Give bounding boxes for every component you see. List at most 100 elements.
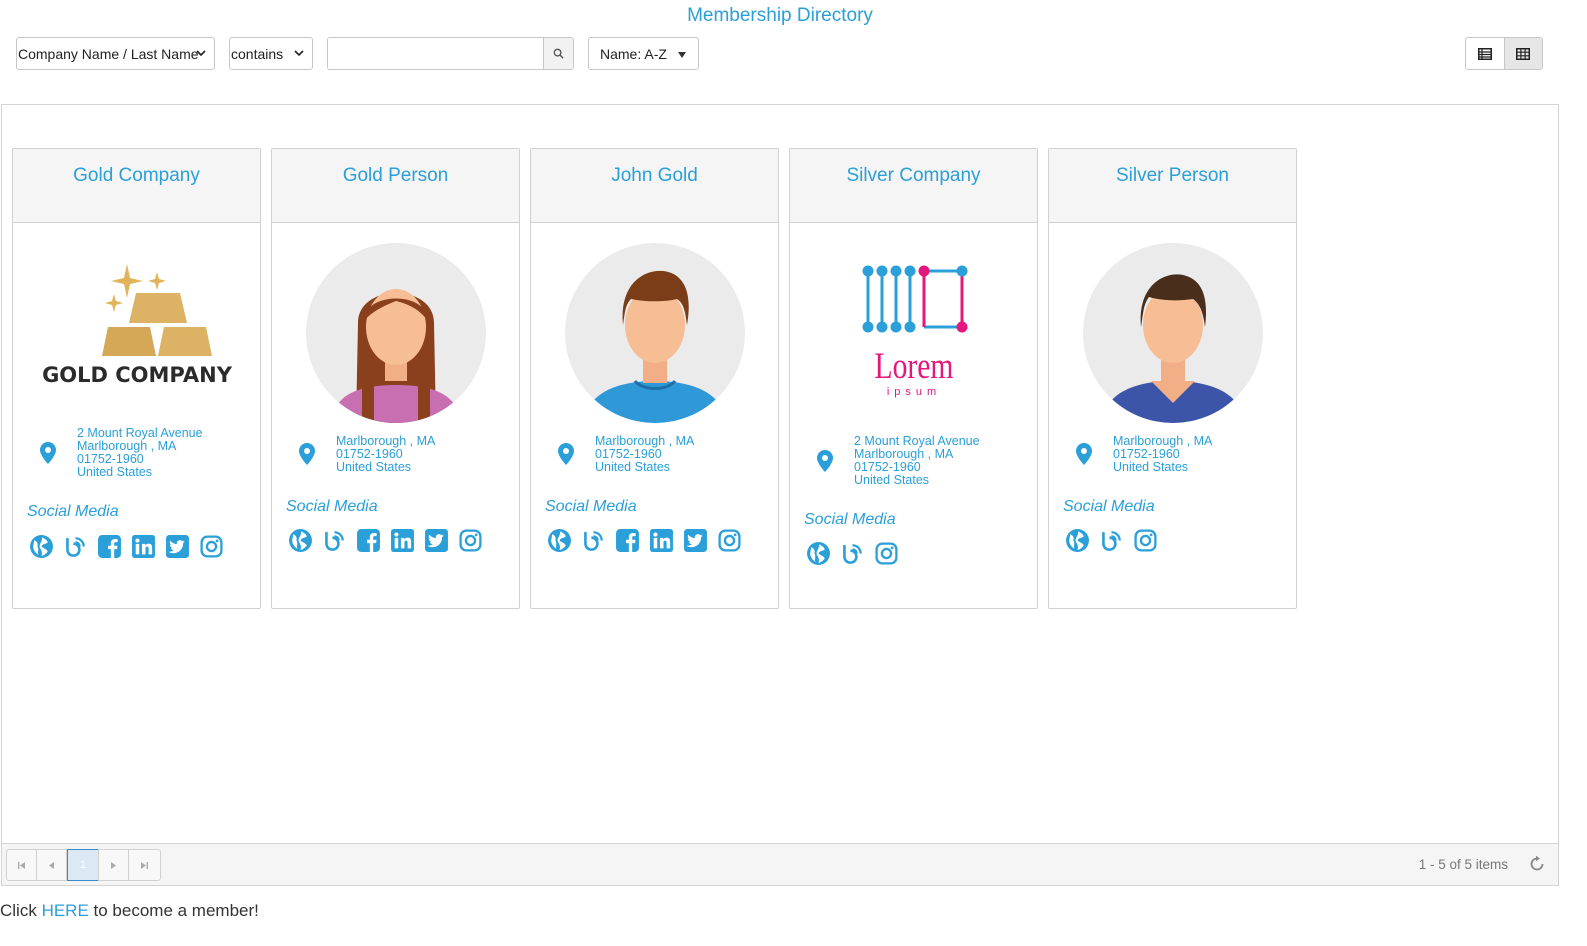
globe-icon[interactable] [29, 534, 54, 559]
member-card[interactable]: John Gold Marlborough , MA 01752-1960 Un… [530, 148, 779, 609]
instagram-icon[interactable] [1133, 528, 1158, 553]
blog-icon[interactable] [63, 534, 88, 559]
social-links [547, 528, 742, 553]
twitter-icon[interactable] [683, 528, 708, 553]
globe-icon[interactable] [806, 541, 831, 566]
become-member-link[interactable]: HERE [42, 901, 89, 920]
field-select-value: Company Name / Last Name [18, 45, 199, 62]
svg-text:ipsum: ipsum [886, 386, 940, 398]
address-lines: Marlborough , MA 01752-1960 United State… [336, 435, 435, 474]
social-media-label: Social Media [1063, 498, 1155, 515]
member-card[interactable]: Gold Company GOLD COMPANY 2 Mount Royal … [12, 148, 261, 609]
list-view-button[interactable] [1466, 38, 1504, 69]
first-page-icon [18, 861, 25, 869]
list-icon [1477, 47, 1492, 60]
last-page-icon [141, 861, 148, 869]
address-lines: 2 Mount Royal Avenue Marlborough , MA 01… [77, 427, 203, 479]
member-name[interactable]: Gold Company [13, 149, 260, 223]
male-avatar-navy [1049, 243, 1296, 423]
member-card[interactable]: Silver Person Marlborough , MA 01752-196… [1048, 148, 1297, 609]
address-lines: 2 Mount Royal Avenue Marlborough , MA 01… [854, 435, 980, 487]
member-name[interactable]: Gold Person [272, 149, 519, 223]
toolbar: Company Name / Last Name contains Name: … [0, 37, 1560, 71]
svg-text:Lorem: Lorem [874, 346, 953, 387]
svg-text:GOLD COMPANY: GOLD COMPANY [42, 363, 233, 387]
blog-icon[interactable] [1099, 528, 1124, 553]
globe-icon[interactable] [547, 528, 572, 553]
refresh-icon[interactable] [1528, 855, 1546, 873]
sort-dropdown[interactable]: Name: A-Z [588, 37, 699, 70]
address-country: United States [77, 465, 153, 479]
map-pin-icon [40, 442, 56, 464]
address-lines: Marlborough , MA 01752-1960 United State… [1113, 435, 1212, 474]
member-name[interactable]: Silver Person [1049, 149, 1296, 223]
address-country: United States [595, 460, 671, 474]
address-country: United States [1113, 460, 1189, 474]
blog-icon[interactable] [581, 528, 606, 553]
social-media-label: Social Media [804, 511, 896, 528]
chevron-down-icon [294, 50, 304, 57]
instagram-icon[interactable] [458, 528, 483, 553]
caret-down-icon [678, 52, 686, 58]
instagram-icon[interactable] [874, 541, 899, 566]
social-links [288, 528, 483, 553]
linkedin-icon[interactable] [649, 528, 674, 553]
social-media-label: Social Media [286, 498, 378, 515]
map-pin-icon [817, 450, 833, 472]
map-pin-icon [299, 443, 315, 465]
linkedin-icon[interactable] [390, 528, 415, 553]
address-country: United States [854, 473, 930, 487]
map-pin-icon [1076, 443, 1092, 465]
twitter-icon[interactable] [424, 528, 449, 553]
search-icon [553, 48, 564, 59]
globe-icon[interactable] [288, 528, 313, 553]
instagram-icon[interactable] [199, 534, 224, 559]
next-page-icon [111, 861, 116, 869]
address-country: United States [336, 460, 412, 474]
last-page-button[interactable] [128, 849, 161, 881]
next-page-button[interactable] [98, 849, 129, 881]
linkedin-icon[interactable] [131, 534, 156, 559]
view-toggle [1465, 37, 1543, 70]
operator-select-value: contains [231, 45, 284, 62]
field-select[interactable]: Company Name / Last Name [16, 37, 215, 70]
map-pin-icon [558, 443, 574, 465]
facebook-icon[interactable] [356, 528, 381, 553]
page-title: Membership Directory [687, 5, 873, 26]
search-button[interactable] [543, 38, 573, 69]
pager: 1 1 - 5 of 5 items [2, 843, 1558, 885]
directory-panel: Gold Company GOLD COMPANY 2 Mount Royal … [1, 104, 1559, 886]
page-number-button[interactable]: 1 [67, 849, 99, 881]
page-info: 1 - 5 of 5 items [1418, 857, 1508, 872]
lorem-ipsum-logo: Lorem ipsum [790, 261, 1037, 401]
member-name[interactable]: Silver Company [790, 149, 1037, 223]
member-name[interactable]: John Gold [531, 149, 778, 223]
social-links [806, 541, 899, 566]
member-card[interactable]: Silver Company Lorem ipsum 2 Mount Royal… [789, 148, 1038, 609]
footer-cta: Click HERE to become a member! [0, 901, 259, 921]
prev-page-icon [49, 861, 54, 869]
address-lines: Marlborough , MA 01752-1960 United State… [595, 435, 694, 474]
blog-icon[interactable] [322, 528, 347, 553]
social-media-label: Social Media [545, 498, 637, 515]
first-page-button[interactable] [6, 849, 37, 881]
facebook-icon[interactable] [615, 528, 640, 553]
social-links [29, 534, 224, 559]
footer-prefix: Click [0, 901, 42, 920]
operator-select[interactable]: contains [229, 37, 313, 70]
gold-company-logo: GOLD COMPANY [13, 257, 260, 392]
search-input[interactable] [328, 38, 544, 69]
grid-view-button[interactable] [1503, 38, 1542, 69]
prev-page-button[interactable] [36, 849, 67, 881]
grid-icon [1516, 47, 1531, 60]
globe-icon[interactable] [1065, 528, 1090, 553]
female-avatar [272, 243, 519, 423]
facebook-icon[interactable] [97, 534, 122, 559]
instagram-icon[interactable] [717, 528, 742, 553]
male-avatar-blue [531, 243, 778, 423]
member-card[interactable]: Gold Person Marlborough , MA 01752-1960 [271, 148, 520, 609]
social-media-label: Social Media [27, 503, 119, 520]
twitter-icon[interactable] [165, 534, 190, 559]
chevron-down-icon [196, 50, 206, 57]
blog-icon[interactable] [840, 541, 865, 566]
